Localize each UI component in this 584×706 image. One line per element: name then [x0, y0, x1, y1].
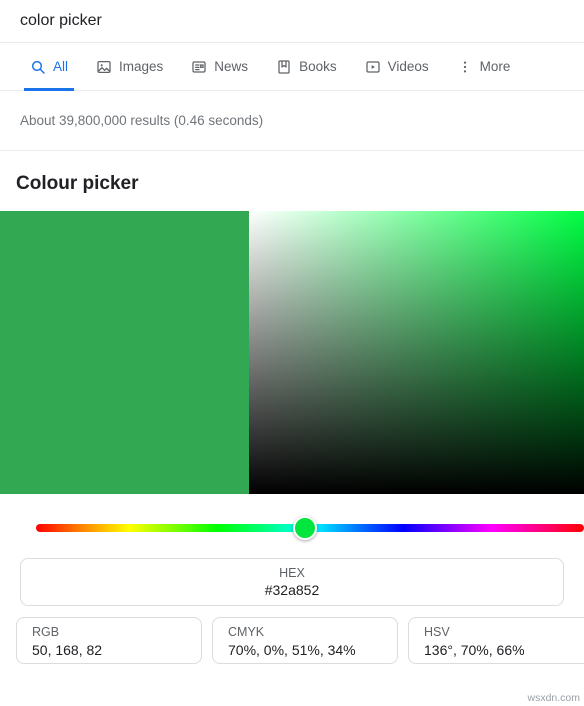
tab-images-label: Images	[119, 59, 164, 74]
cmyk-value: 70%, 0%, 51%, 34%	[228, 642, 356, 658]
hsv-value: 136°, 70%, 66%	[424, 642, 525, 658]
cmyk-label: CMYK	[228, 625, 265, 639]
hex-label: HEX	[279, 566, 305, 580]
search-bar[interactable]: color picker	[0, 0, 584, 43]
color-preview-area	[0, 211, 584, 494]
hsv-label: HSV	[424, 625, 450, 639]
hsv-field[interactable]: HSV 136°, 70%, 66%	[408, 617, 584, 664]
cmyk-field[interactable]: CMYK 70%, 0%, 51%, 34%	[212, 617, 398, 664]
rgb-label: RGB	[32, 625, 60, 639]
hex-field[interactable]: HEX #32a852	[20, 558, 564, 606]
sv-black-overlay	[249, 211, 584, 494]
hue-slider[interactable]	[0, 516, 584, 548]
tab-news[interactable]: News	[177, 43, 262, 91]
image-icon	[96, 59, 112, 75]
rgb-field[interactable]: RGB 50, 168, 82	[16, 617, 202, 664]
tab-news-label: News	[214, 59, 249, 74]
rgb-value: 50, 168, 82	[32, 642, 103, 658]
tab-books-label: Books	[299, 59, 337, 74]
tab-books[interactable]: Books	[262, 43, 351, 91]
tab-images[interactable]: Images	[82, 43, 177, 91]
tab-more-label: More	[479, 59, 511, 74]
tab-videos-label: Videos	[387, 59, 429, 74]
tab-all-label: All	[53, 59, 69, 74]
watermark: wsxdn.com	[527, 692, 580, 704]
book-icon	[276, 59, 292, 75]
result-stats: About 39,800,000 results (0.46 seconds)	[0, 91, 584, 151]
hue-slider-handle[interactable]	[292, 516, 317, 540]
news-icon	[191, 59, 207, 75]
tab-more[interactable]: More	[443, 43, 525, 91]
color-swatch	[0, 211, 249, 494]
search-tabs: All Images News Books Videos More	[0, 43, 584, 91]
search-results-page: color picker All Images News Books Video…	[0, 0, 584, 706]
page-title: Colour picker	[16, 173, 139, 194]
color-value-fields: RGB 50, 168, 82 CMYK 70%, 0%, 51%, 34% H…	[16, 617, 584, 664]
search-input[interactable]: color picker	[20, 12, 102, 30]
tab-all[interactable]: All	[16, 43, 82, 91]
search-icon	[30, 59, 46, 75]
tab-videos[interactable]: Videos	[351, 43, 443, 91]
saturation-value-picker[interactable]	[249, 211, 584, 494]
kebab-menu-icon	[457, 59, 473, 75]
hex-value: #32a852	[264, 582, 320, 598]
video-icon	[365, 59, 381, 75]
